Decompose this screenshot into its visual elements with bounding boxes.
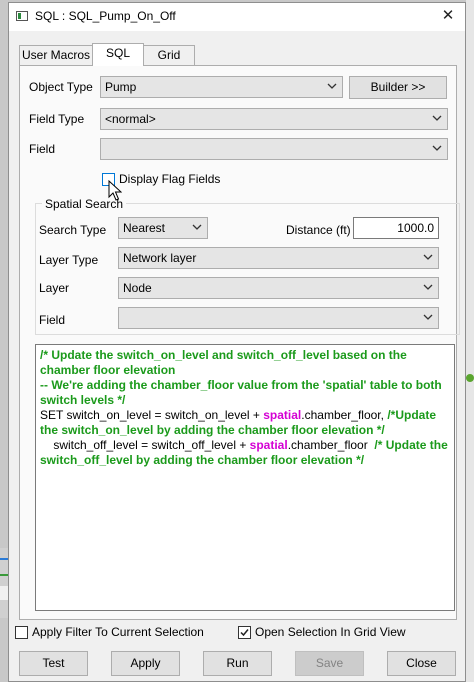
title-bar[interactable]: SQL : SQL_Pump_On_Off ✕	[9, 3, 465, 31]
tab-label: SQL	[105, 46, 130, 60]
test-button[interactable]: Test	[19, 651, 88, 676]
background-panel	[0, 586, 8, 600]
sql-dialog: SQL : SQL_Pump_On_Off ✕ User Macros SQL …	[8, 2, 466, 682]
tab-grid[interactable]: Grid	[143, 45, 195, 65]
sql-line: SET switch_on_level = switch_on_level + …	[40, 408, 450, 438]
field-type-value: <normal>	[105, 112, 156, 126]
spatial-field-select[interactable]	[118, 307, 439, 329]
field-type-label: Field Type	[29, 112, 85, 126]
sql-code: switch_off_level = switch_off_level +	[40, 438, 250, 452]
chevron-down-icon	[327, 83, 337, 89]
chevron-down-icon	[423, 254, 433, 260]
app-icon	[16, 11, 28, 21]
open-selection-grid-checkbox[interactable]	[238, 626, 251, 639]
search-type-label: Search Type	[39, 223, 107, 237]
layer-type-select[interactable]: Network layer	[118, 247, 439, 269]
search-type-value: Nearest	[123, 221, 166, 235]
chevron-down-icon	[423, 284, 433, 290]
tab-label: Grid	[157, 48, 181, 62]
sql-keyword: spatial	[263, 408, 302, 422]
tab-user-macros[interactable]: User Macros	[19, 45, 93, 65]
object-type-label: Object Type	[29, 80, 93, 94]
chevron-down-icon	[432, 145, 442, 151]
distance-value: 1000.0	[397, 221, 434, 235]
sql-code: .chamber_floor,	[301, 408, 388, 422]
field-type-select[interactable]: <normal>	[100, 108, 448, 130]
sql-keyword: spatial	[249, 438, 288, 452]
sql-line: switch_off_level = switch_off_level + sp…	[40, 438, 450, 468]
background-status-dot	[466, 374, 474, 382]
sql-line: -- We're adding the chamber_floor value …	[40, 378, 450, 408]
search-type-select[interactable]: Nearest	[118, 217, 208, 239]
chevron-down-icon	[432, 115, 442, 121]
open-selection-grid-label: Open Selection In Grid View	[255, 625, 406, 639]
chevron-down-icon	[423, 314, 433, 320]
apply-filter-checkbox[interactable]	[15, 626, 28, 639]
sql-editor[interactable]: /* Update the switch_on_level and switch…	[35, 344, 455, 611]
field-label: Field	[29, 142, 56, 156]
background-app-strip	[0, 548, 8, 618]
mouse-pointer-icon	[108, 180, 122, 201]
save-button[interactable]: Save	[295, 651, 364, 676]
spatial-field-label: Field	[39, 313, 66, 327]
apply-button[interactable]: Apply	[111, 651, 180, 676]
tab-sql[interactable]: SQL	[92, 43, 144, 66]
object-type-value: Pump	[105, 80, 137, 94]
layer-type-value: Network layer	[123, 251, 197, 265]
sql-code: SET switch_on_level = switch_on_level +	[40, 408, 264, 422]
builder-button[interactable]: Builder >>	[349, 76, 447, 99]
layer-value: Node	[123, 281, 152, 295]
close-icon: ✕	[441, 7, 455, 24]
checkmark-icon	[240, 629, 249, 637]
background-line	[0, 558, 8, 560]
distance-label: Distance (ft)	[286, 223, 351, 237]
field-select[interactable]	[100, 138, 448, 160]
object-type-select[interactable]: Pump	[100, 76, 343, 98]
sql-comment: /* Update the switch_on_level and switch…	[40, 348, 407, 377]
distance-input[interactable]: 1000.0	[353, 217, 439, 239]
display-flag-fields-label: Display Flag Fields	[119, 172, 221, 186]
layer-type-label: Layer Type	[39, 253, 99, 267]
background-line	[0, 574, 8, 576]
sql-line: /* Update the switch_on_level and switch…	[40, 348, 450, 378]
window-title: SQL : SQL_Pump_On_Off	[35, 9, 176, 23]
apply-filter-label: Apply Filter To Current Selection	[32, 625, 204, 639]
sql-comment: -- We're adding the chamber_floor value …	[40, 378, 442, 407]
close-window-button[interactable]: ✕	[433, 5, 463, 27]
sql-code: .chamber_floor	[287, 438, 375, 452]
layer-label: Layer	[39, 281, 70, 295]
layer-select[interactable]: Node	[118, 277, 439, 299]
tab-label: User Macros	[21, 48, 90, 62]
close-button[interactable]: Close	[387, 651, 456, 676]
background-window-edge	[466, 0, 474, 682]
run-button[interactable]: Run	[203, 651, 272, 676]
chevron-down-icon	[192, 224, 202, 230]
